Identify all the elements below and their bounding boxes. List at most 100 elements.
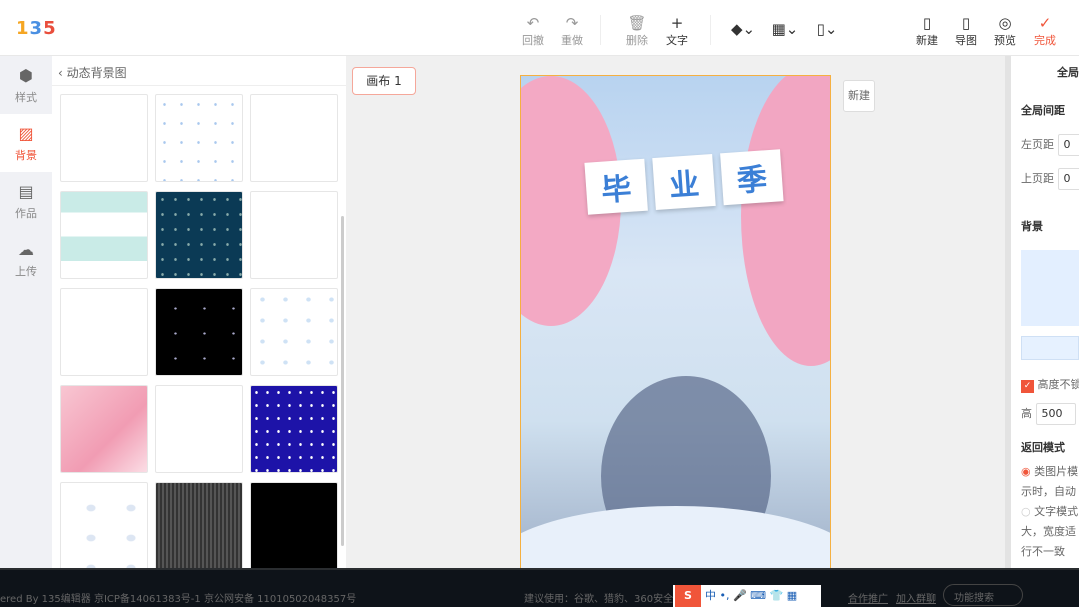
label: 作品 [15, 206, 37, 220]
back-button[interactable]: ‹ 动态背景图 [52, 56, 346, 86]
bg-thumbnail[interactable] [250, 288, 338, 376]
bg-thumbnail[interactable] [250, 385, 338, 473]
panel-title: 动态背景图 [66, 66, 127, 80]
foreground-cloud [521, 506, 830, 569]
logo-char: 1 [16, 18, 30, 39]
bg-thumbnail[interactable] [250, 482, 338, 570]
label: 重做 [561, 34, 583, 47]
bg-thumbnail[interactable] [155, 288, 243, 376]
radio-selected-icon[interactable]: ◉ [1021, 465, 1031, 478]
sogou-logo-icon: S [675, 585, 701, 607]
label: 删除 [626, 34, 648, 47]
bg-thumbnail[interactable] [155, 385, 243, 473]
label: 导图 [955, 34, 977, 47]
top-toolbar: 135 ↶ 回撤 ↷ 重做 🗑 删除 + 文字 ◆⌄ ▦⌄ ▯⌄ ▯ 新建 ▯ 导图 ◎ 预览… [0, 0, 1079, 56]
description: 大，宽度适 [1021, 525, 1076, 538]
preview-size-dropdown[interactable]: ▯⌄ [812, 20, 842, 38]
blossom-right [741, 76, 830, 366]
label: 预览 [994, 34, 1016, 47]
bg-thumbnail[interactable] [250, 191, 338, 279]
poster-canvas[interactable]: 毕 业 季 [520, 75, 831, 570]
cloud-upload-icon: ☁ [18, 239, 34, 259]
rail-item-works[interactable]: ▤ 作品 [0, 172, 52, 230]
background-preview[interactable] [1021, 250, 1079, 326]
title-char: 毕 [584, 158, 648, 215]
rail-item-style[interactable]: ⬢ 样式 [0, 56, 52, 114]
panel-scrollbar[interactable] [341, 216, 344, 546]
chevron-left-icon: ‹ [58, 66, 67, 80]
logo-char: 3 [29, 18, 44, 39]
ime-toolbar[interactable]: S 中 •, 🎤 ⌨ 👕 ▦ [673, 585, 821, 607]
bg-thumbnail[interactable] [155, 482, 243, 570]
canvas-tab[interactable]: 画布 1 [352, 67, 416, 95]
layers-icon: ◆⌄ [730, 20, 756, 38]
label: 文字 [666, 34, 688, 47]
doc-search-icon: ▯⌄ [816, 20, 838, 38]
bg-thumbnail[interactable] [60, 482, 148, 570]
stack-icon: ▤ [18, 181, 34, 201]
redo-button[interactable]: ↷ 重做 [555, 14, 589, 48]
browser-tip: 建议使用：谷歌、猎豹、360安全浏 [524, 594, 684, 605]
settings-panel: 全局 全局间距 左页距 0 上页距 0 背景 ✓ 高度不锁 高 500 返回模式… [1005, 56, 1079, 570]
section-heading: 返回模式 [1021, 441, 1065, 454]
footer-copyright: ered By 135编辑器 京ICP备14061383号-1 京公网安备 11… [0, 594, 357, 605]
thumbnail-grid [60, 94, 338, 570]
bg-thumbnail[interactable] [60, 94, 148, 182]
rail-item-background[interactable]: ▨ 背景 [0, 114, 52, 172]
divider [710, 15, 711, 45]
partner-link[interactable]: 合作推广 [848, 590, 888, 605]
join-group-link[interactable]: 加入群聊 [896, 590, 936, 605]
description: 行不一致 [1021, 545, 1065, 558]
background-upload-button[interactable] [1021, 336, 1079, 360]
undo-button[interactable]: ↶ 回撤 [516, 14, 550, 48]
left-rail: ⬢ 样式 ▨ 背景 ▤ 作品 ☁ 上传 [0, 56, 52, 570]
layers-dropdown[interactable]: ◆⌄ [728, 20, 758, 38]
add-text-button[interactable]: + 文字 [660, 14, 694, 48]
grid-icon: ▦⌄ [771, 20, 799, 38]
height-input[interactable]: 500 [1035, 403, 1076, 425]
bg-thumbnail[interactable] [60, 288, 148, 376]
label: 上页距 [1021, 172, 1054, 185]
logo[interactable]: 135 [16, 18, 57, 39]
undo-icon: ↶ [526, 14, 540, 32]
tab-global[interactable]: 全局 [1057, 64, 1079, 80]
new-button[interactable]: ▯ 新建 [910, 14, 944, 48]
label: 新建 [916, 34, 938, 47]
image-file-icon: ▯ [961, 14, 971, 32]
label: 高 [1021, 407, 1032, 420]
label: 背景 [15, 148, 37, 162]
title-char: 业 [652, 153, 716, 211]
background-icon: ▨ [18, 123, 34, 143]
new-canvas-button[interactable]: 新建 [843, 80, 875, 112]
section-heading: 全局间距 [1021, 104, 1065, 117]
title-char: 季 [720, 149, 784, 206]
cube-icon: ⬢ [19, 65, 33, 85]
bg-thumbnail[interactable] [155, 191, 243, 279]
top-margin-input[interactable]: 0 [1057, 168, 1079, 190]
grid-dropdown[interactable]: ▦⌄ [770, 20, 800, 38]
bg-thumbnail[interactable] [155, 94, 243, 182]
label: 完成 [1034, 34, 1056, 47]
divider [600, 15, 601, 45]
footer: ered By 135编辑器 京ICP备14061383号-1 京公网安备 11… [0, 570, 1079, 607]
left-margin-input[interactable]: 0 [1057, 134, 1079, 156]
check-icon: ✓ [1038, 14, 1052, 32]
checkbox-checked-icon[interactable]: ✓ [1021, 380, 1034, 393]
radio-icon[interactable]: ○ [1021, 505, 1031, 518]
finish-button[interactable]: ✓ 完成 [1028, 14, 1062, 48]
preview-button[interactable]: ◎ 预览 [988, 14, 1022, 48]
plus-icon: + [670, 14, 684, 32]
bg-thumbnail[interactable] [60, 385, 148, 473]
background-panel: ‹ 动态背景图 [52, 56, 346, 570]
eye-icon: ◎ [998, 14, 1012, 32]
bg-thumbnail[interactable] [60, 191, 148, 279]
bg-thumbnail[interactable] [250, 94, 338, 182]
ime-status: 中 •, 🎤 ⌨ 👕 ▦ [705, 589, 798, 602]
file-icon: ▯ [922, 14, 932, 32]
rail-item-upload[interactable]: ☁ 上传 [0, 230, 52, 288]
delete-button[interactable]: 🗑 删除 [620, 14, 654, 48]
label: 文字模式 [1034, 505, 1079, 518]
feature-search-input[interactable]: 功能搜索 [943, 584, 1023, 606]
export-image-button[interactable]: ▯ 导图 [949, 14, 983, 48]
section-heading: 背景 [1021, 220, 1043, 233]
